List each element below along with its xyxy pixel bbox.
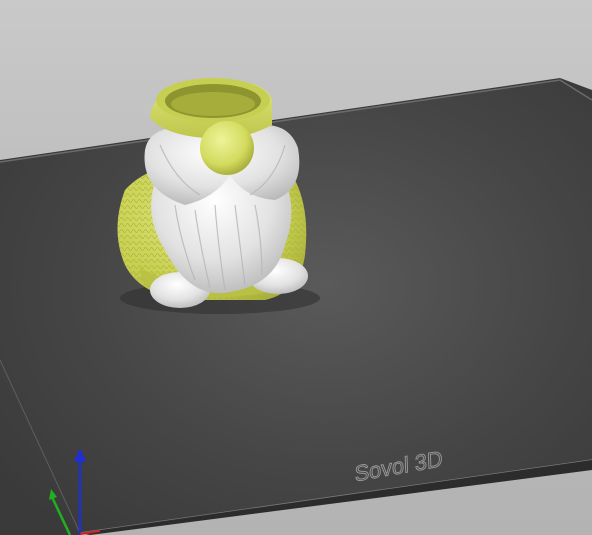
gnome-model[interactable] <box>117 78 321 314</box>
gnome-nose <box>200 121 254 175</box>
scene-canvas[interactable]: Sovol 3D <box>0 0 592 535</box>
3d-viewport[interactable]: Sovol 3D <box>0 0 592 535</box>
